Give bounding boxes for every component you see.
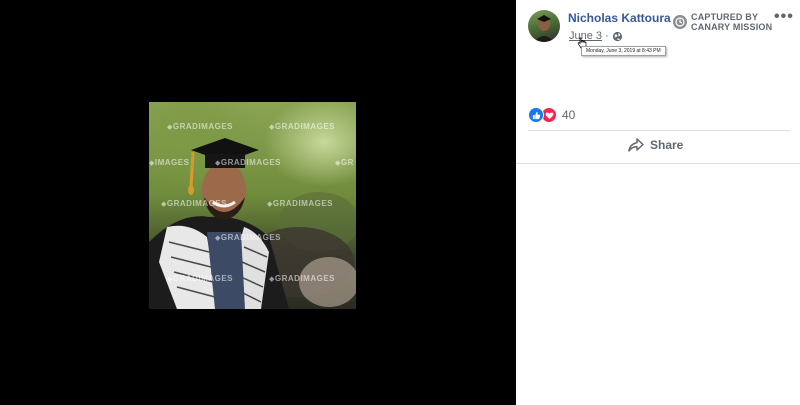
date-tooltip: Monday, June 3, 2019 at 8:43 PM <box>581 46 666 56</box>
divider <box>516 163 800 164</box>
like-icon <box>528 107 544 123</box>
watermark-partial: GR <box>335 158 354 167</box>
captured-line-2: CANARY MISSION <box>691 22 773 32</box>
divider <box>528 130 790 131</box>
share-button[interactable]: Share <box>628 138 683 152</box>
meta-separator: · <box>605 30 609 42</box>
captured-line-1: CAPTURED BY <box>691 12 759 22</box>
watermark: GRADIMAGES <box>167 122 233 131</box>
reactions-summary[interactable]: 40 <box>528 107 575 123</box>
author-name[interactable]: Nicholas Kattoura <box>568 11 671 25</box>
watermark: GRADIMAGES <box>167 274 233 283</box>
avatar[interactable] <box>528 10 560 42</box>
post-panel: Nicholas Kattoura June 3 · Monday, June … <box>516 0 800 405</box>
photo-viewer: GRADIMAGES GRADIMAGES IMAGES GRADIMAGES … <box>0 0 516 405</box>
watermark: GRADIMAGES <box>215 158 281 167</box>
watermark: GRADIMAGES <box>269 122 335 131</box>
watermark: GRADIMAGES <box>161 199 227 208</box>
post-photo[interactable]: GRADIMAGES GRADIMAGES IMAGES GRADIMAGES … <box>149 102 356 309</box>
watermark: GRADIMAGES <box>269 274 335 283</box>
reaction-count: 40 <box>562 108 576 122</box>
share-arrow-icon <box>628 138 644 152</box>
captured-text: CAPTURED BY CANARY MISSION <box>691 12 772 32</box>
watermark: GRADIMAGES <box>267 199 333 208</box>
captured-badge: CAPTURED BY CANARY MISSION <box>673 12 772 32</box>
globe-icon[interactable] <box>612 31 623 42</box>
share-label: Share <box>650 138 684 152</box>
clock-icon <box>673 15 687 29</box>
watermark-partial: IMAGES <box>149 158 189 167</box>
watermark: GRADIMAGES <box>215 233 281 242</box>
avatar-image <box>534 15 554 42</box>
more-options-button[interactable]: ••• <box>774 8 794 26</box>
